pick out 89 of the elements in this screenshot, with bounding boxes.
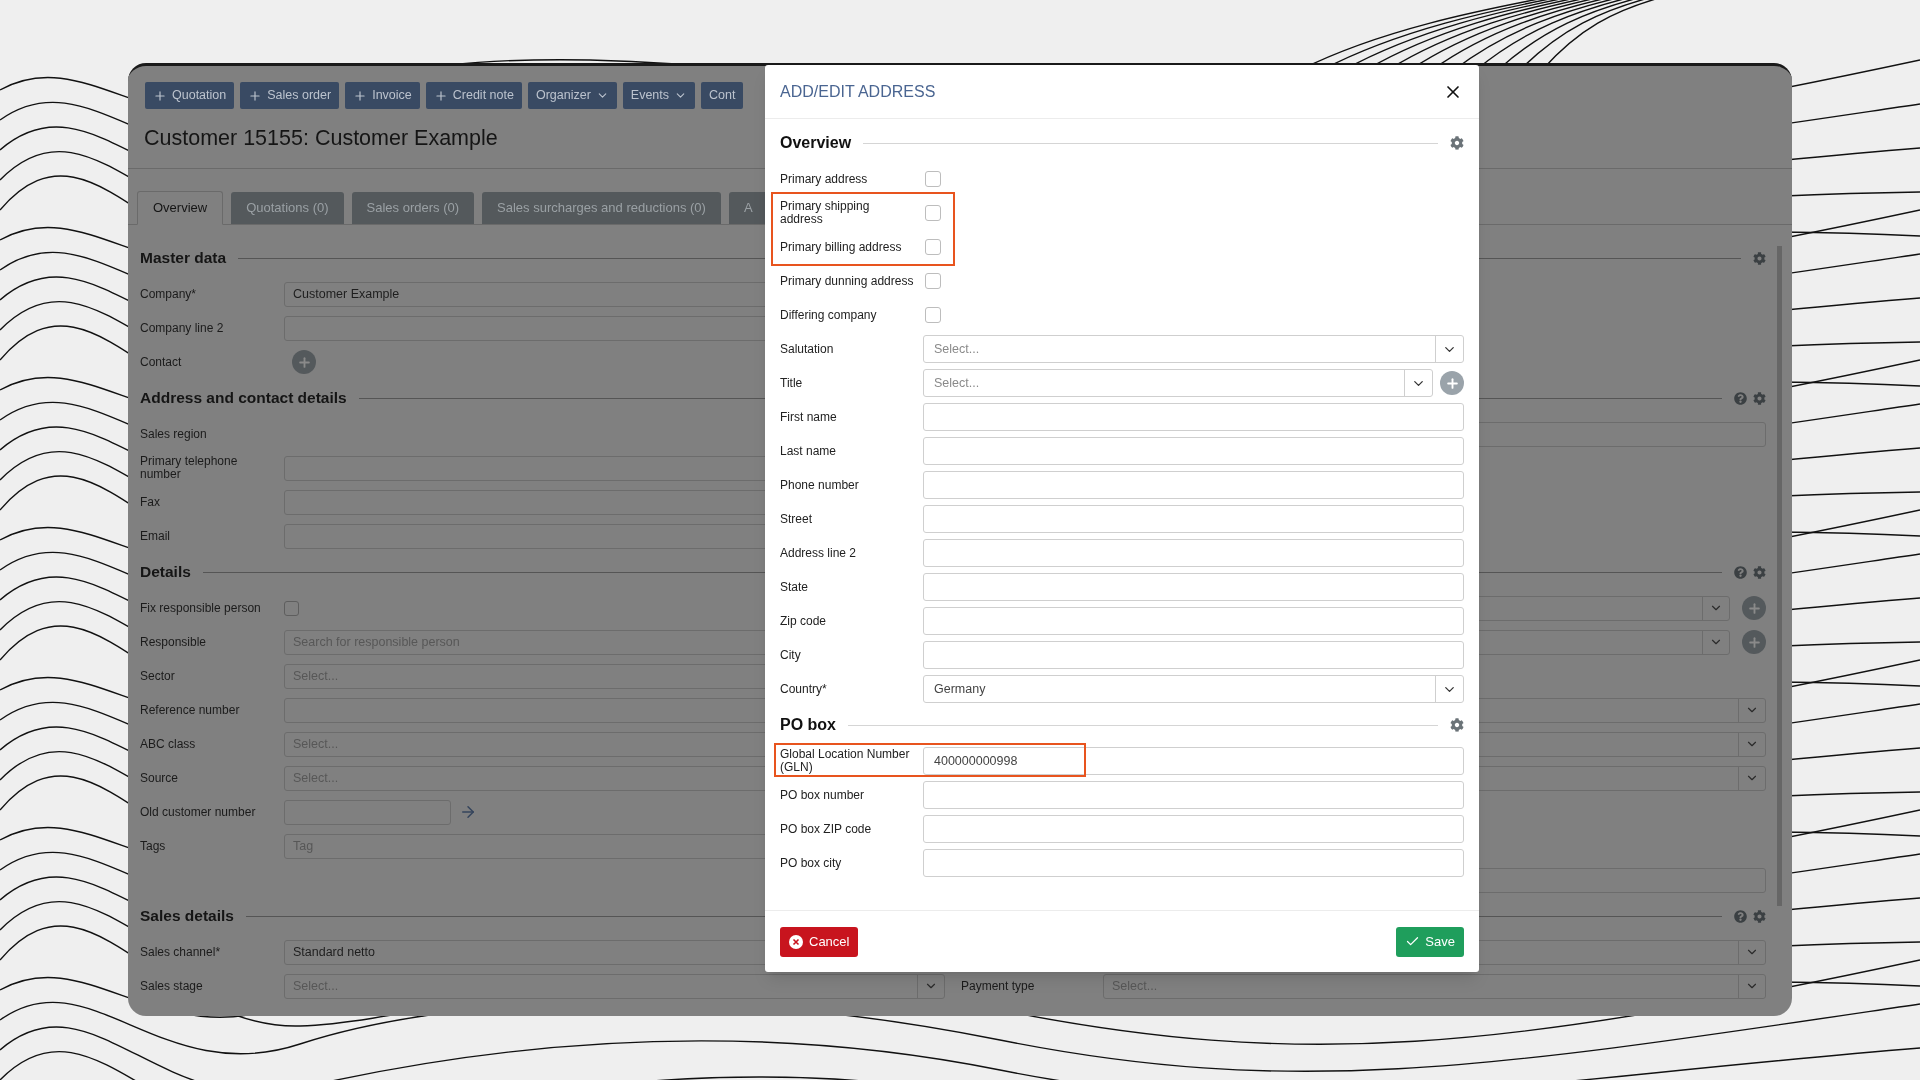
plus-icon <box>1444 375 1460 391</box>
page-title: Customer 15155: Customer Example <box>144 125 498 153</box>
settings-icon[interactable] <box>1753 251 1766 265</box>
toolbar-button[interactable]: Cont <box>701 82 744 109</box>
plus-icon <box>248 88 263 103</box>
field-label: Reference number <box>140 703 241 717</box>
add-button[interactable] <box>1742 630 1766 654</box>
tab[interactable]: Overview <box>137 191 224 225</box>
field-label: Street <box>780 512 813 526</box>
field-label: Fix responsible person <box>140 601 262 615</box>
plus-icon <box>353 88 368 103</box>
tab[interactable]: Sales surcharges and reductions (0) <box>482 192 721 224</box>
section-heading: Master data <box>140 248 227 269</box>
field-label: Email <box>140 529 171 543</box>
text-field[interactable]: 400000000998 <box>923 747 1464 775</box>
field-label: State <box>780 580 810 594</box>
toolbar-button[interactable]: Events <box>622 82 696 109</box>
field-label: Primary telephone number <box>140 455 239 481</box>
field-label: Responsible <box>140 635 208 649</box>
field-label: Phone number <box>780 478 860 492</box>
checkbox[interactable] <box>284 600 299 616</box>
field-label: Title <box>780 376 804 390</box>
section-heading: Address and contact details <box>140 388 347 409</box>
plus-icon <box>296 354 312 370</box>
dialog-title: ADD/EDIT ADDRESS <box>780 81 936 102</box>
field-label: Differing company <box>780 308 878 322</box>
field-label: Primary billing address <box>780 240 903 254</box>
tab[interactable]: Sales orders (0) <box>351 192 475 224</box>
plus-icon <box>433 88 448 103</box>
help-icon[interactable] <box>1734 565 1747 579</box>
checkbox[interactable] <box>925 273 941 289</box>
field-label: Contact <box>140 355 183 369</box>
settings-icon[interactable] <box>1753 909 1766 923</box>
field-label: PO box number <box>780 788 866 802</box>
help-icon[interactable] <box>1734 909 1747 923</box>
field-label: Sales channel* <box>140 945 222 959</box>
field-label: Primary shipping address <box>780 200 871 226</box>
close-circle-icon <box>789 934 803 949</box>
field-label: First name <box>780 410 838 424</box>
field-label: Fax <box>140 495 161 509</box>
settings-icon[interactable] <box>1753 565 1766 579</box>
field-label: Sales region <box>140 427 208 441</box>
plus-icon <box>1746 634 1762 650</box>
checkbox[interactable] <box>925 239 941 255</box>
field-label: Sector <box>140 669 176 683</box>
settings-icon[interactable] <box>1450 136 1464 150</box>
checkbox[interactable] <box>925 205 941 221</box>
tab[interactable]: Quotations (0) <box>231 192 344 224</box>
add-button[interactable] <box>292 350 316 374</box>
tab[interactable]: A <box>728 192 768 224</box>
checkbox[interactable] <box>925 171 941 187</box>
toolbar-button[interactable]: Organizer <box>527 82 617 109</box>
add-button[interactable] <box>1742 596 1766 620</box>
arrow-right-icon <box>459 803 477 821</box>
toolbar-button[interactable]: Credit note <box>425 82 522 109</box>
field-label: Company* <box>140 287 198 301</box>
field-label: PO box ZIP code <box>780 822 873 836</box>
field-label: Salutation <box>780 342 835 356</box>
select-field[interactable]: Select... <box>923 369 1433 397</box>
scrollbar[interactable] <box>1777 246 1782 906</box>
cancel-button[interactable]: Cancel <box>780 926 859 957</box>
select-field[interactable]: Select... <box>923 335 1464 363</box>
toolbar-button[interactable]: Sales order <box>240 82 340 109</box>
checkbox[interactable] <box>925 307 941 323</box>
plus-icon <box>1746 600 1762 616</box>
field-label: Tags <box>140 839 167 853</box>
section-heading: Details <box>140 562 191 583</box>
section-heading: Sales details <box>140 906 234 927</box>
field-label: Company line 2 <box>140 321 225 335</box>
section-heading: Overview <box>780 133 852 153</box>
plus-icon <box>153 88 167 103</box>
field-label: Sales stage <box>140 979 204 993</box>
field-label: Payment type <box>961 978 1036 995</box>
toolbar-button[interactable]: Quotation <box>145 82 235 109</box>
select-field[interactable]: Germany <box>923 675 1464 703</box>
field-label: ABC class <box>140 737 197 751</box>
save-button[interactable]: Save <box>1396 926 1464 957</box>
toolbar-button[interactable]: Invoice <box>345 82 420 109</box>
settings-icon[interactable] <box>1753 391 1766 405</box>
field-label: Last name <box>780 444 838 458</box>
field-label: Primary address <box>780 172 869 186</box>
field-label: PO box city <box>780 856 843 870</box>
field-label: Address line 2 <box>780 546 858 560</box>
help-icon[interactable] <box>1734 391 1747 405</box>
settings-icon[interactable] <box>1450 718 1464 732</box>
field-label: Source <box>140 771 180 785</box>
field-label: Zip code <box>780 614 828 628</box>
add-button[interactable] <box>1440 371 1464 395</box>
field-label: Old customer number <box>140 805 257 819</box>
